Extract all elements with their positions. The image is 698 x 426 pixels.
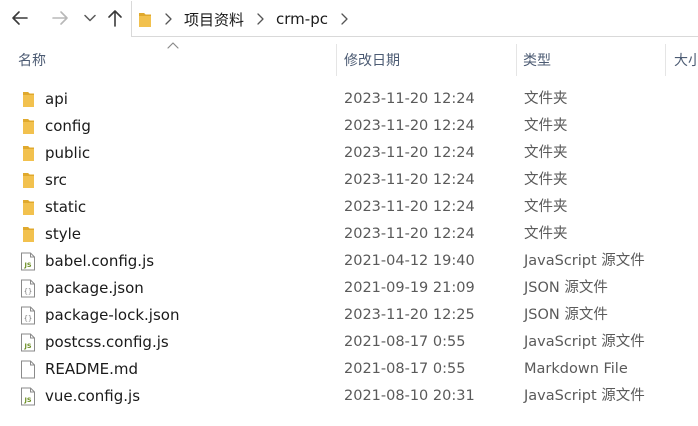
file-type: 文件夹 <box>524 199 568 215</box>
file-name[interactable]: package.json <box>45 275 144 302</box>
column-header-type[interactable]: 类型 <box>523 44 665 76</box>
list-item[interactable]: style 2023-11-20 12:24 文件夹 <box>0 221 698 248</box>
file-type: JSON 源文件 <box>524 280 608 296</box>
file-name[interactable]: public <box>45 140 90 167</box>
breadcrumb: 项目资料 crm-pc <box>132 1 360 37</box>
svg-text:JS: JS <box>23 396 31 404</box>
back-button[interactable] <box>6 4 34 32</box>
up-arrow-icon <box>108 10 122 27</box>
folder-icon <box>139 12 151 27</box>
column-divider[interactable] <box>516 44 517 76</box>
folder-icon <box>20 225 36 244</box>
list-item[interactable]: {} package-lock.json 2023-11-20 12:25 JSON … <box>0 302 698 329</box>
file-name[interactable]: vue.config.js <box>45 383 140 410</box>
list-item[interactable]: api 2023-11-20 12:24 文件夹 <box>0 86 698 113</box>
recent-locations-button[interactable] <box>78 4 102 32</box>
file-modified-date: 2021-09-19 21:09 <box>344 280 475 296</box>
file-type: 文件夹 <box>524 91 568 107</box>
file-modified-date: 2023-11-20 12:25 <box>344 307 475 323</box>
folder-icon <box>20 198 36 217</box>
file-type: JavaScript 源文件 <box>524 253 645 269</box>
list-item[interactable]: JS postcss.config.js 2021-08-17 0:55 JavaSc… <box>0 329 698 356</box>
svg-text:JS: JS <box>23 342 31 350</box>
file-name[interactable]: style <box>45 221 81 248</box>
file-modified-date: 2023-11-20 12:24 <box>344 91 475 107</box>
file-modified-date: 2021-08-17 0:55 <box>344 334 466 350</box>
folder-icon <box>20 144 36 163</box>
file-type: JavaScript 源文件 <box>524 334 645 350</box>
list-item[interactable]: src 2023-11-20 12:24 文件夹 <box>0 167 698 194</box>
folder-icon <box>20 171 36 190</box>
file-name[interactable]: src <box>45 167 67 194</box>
file-name[interactable]: postcss.config.js <box>45 329 169 356</box>
navigation-bar: 项目资料 crm-pc <box>0 0 698 38</box>
column-divider[interactable] <box>336 44 337 76</box>
file-modified-date: 2023-11-20 12:24 <box>344 199 475 215</box>
file-type: JavaScript 源文件 <box>524 388 645 404</box>
svg-text:{}: {} <box>24 288 32 296</box>
folder-icon <box>20 117 36 136</box>
list-item[interactable]: JS babel.config.js 2021-04-12 19:40 JavaScr… <box>0 248 698 275</box>
file-modified-date: 2021-08-17 0:55 <box>344 361 466 377</box>
breadcrumb-item-project-docs[interactable]: 项目资料 <box>184 9 244 30</box>
file-name[interactable]: README.md <box>45 356 138 383</box>
up-button[interactable] <box>101 4 129 32</box>
file-name[interactable]: package-lock.json <box>45 302 179 329</box>
file-name[interactable]: api <box>45 86 68 113</box>
address-bar[interactable]: 项目资料 crm-pc <box>131 1 698 37</box>
chevron-down-icon <box>84 14 96 22</box>
file-modified-date: 2023-11-20 12:24 <box>344 118 475 134</box>
js-file-icon: JS <box>20 252 36 271</box>
column-header-name[interactable]: 名称 <box>18 44 336 76</box>
file-modified-date: 2023-11-20 12:24 <box>344 145 475 161</box>
list-item[interactable]: README.md 2021-08-17 0:55 Markdown File <box>0 356 698 383</box>
chevron-right-icon[interactable] <box>336 11 352 27</box>
forward-arrow-icon <box>52 11 68 25</box>
file-name[interactable]: babel.config.js <box>45 248 154 275</box>
file-type: 文件夹 <box>524 172 568 188</box>
chevron-right-icon[interactable] <box>252 11 268 27</box>
file-modified-date: 2023-11-20 12:24 <box>344 226 475 242</box>
file-modified-date: 2023-11-20 12:24 <box>344 172 475 188</box>
file-type: JSON 源文件 <box>524 307 608 323</box>
js-file-icon: JS <box>20 333 36 352</box>
list-item[interactable]: static 2023-11-20 12:24 文件夹 <box>0 194 698 221</box>
list-item[interactable]: public 2023-11-20 12:24 文件夹 <box>0 140 698 167</box>
back-arrow-icon <box>12 11 28 25</box>
json-file-icon: {} <box>20 279 36 298</box>
md-file-icon <box>20 360 36 379</box>
column-divider[interactable] <box>665 44 666 76</box>
js-file-icon: JS <box>20 387 36 406</box>
json-file-icon: {} <box>20 306 36 325</box>
file-name[interactable]: static <box>45 194 86 221</box>
file-type: 文件夹 <box>524 145 568 161</box>
chevron-right-icon[interactable] <box>160 11 176 27</box>
column-header-modified[interactable]: 修改日期 <box>344 44 516 76</box>
list-item[interactable]: config 2023-11-20 12:24 文件夹 <box>0 113 698 140</box>
list-item[interactable]: {} package.json 2021-09-19 21:09 JSON 源文件 <box>0 275 698 302</box>
file-modified-date: 2021-04-12 19:40 <box>344 253 475 269</box>
column-header-size[interactable]: 大小 <box>674 44 698 76</box>
file-type: Markdown File <box>524 361 628 377</box>
file-modified-date: 2021-08-10 20:31 <box>344 388 475 404</box>
svg-text:JS: JS <box>23 261 31 269</box>
folder-icon <box>20 90 36 109</box>
file-type: 文件夹 <box>524 226 568 242</box>
breadcrumb-item-crm-pc[interactable]: crm-pc <box>276 10 328 28</box>
list-item[interactable]: JS vue.config.js 2021-08-10 20:31 JavaScrip… <box>0 383 698 410</box>
file-name[interactable]: config <box>45 113 91 140</box>
svg-text:{}: {} <box>24 315 32 323</box>
forward-button[interactable] <box>46 4 74 32</box>
file-type: 文件夹 <box>524 118 568 134</box>
